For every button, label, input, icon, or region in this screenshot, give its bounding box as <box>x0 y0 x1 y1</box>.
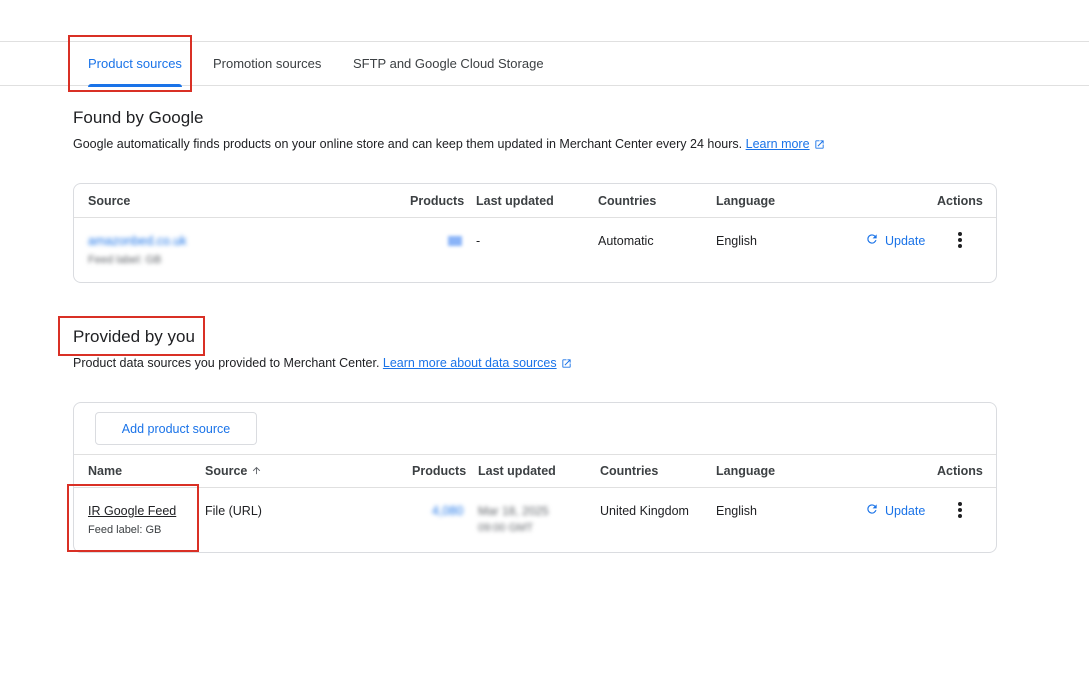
column-header-products: Products <box>410 194 465 208</box>
column-header-countries: Countries <box>598 194 657 208</box>
language-value: English <box>716 234 757 248</box>
provided-by-you-title: Provided by you <box>73 327 195 346</box>
provided-by-you-description-text: Product data sources you provided to Mer… <box>73 356 380 370</box>
update-label: Update <box>885 503 926 518</box>
provided-by-you-description: Product data sources you provided to Mer… <box>73 356 572 372</box>
last-updated-time: 09:00 GMT <box>478 522 534 534</box>
last-updated-date: Mar 18, 2025 <box>478 504 549 518</box>
found-by-google-description-text: Google automatically finds products on y… <box>73 137 743 151</box>
feed-name-link[interactable]: IR Google Feed <box>88 504 176 518</box>
column-header-language: Language <box>716 464 776 478</box>
countries-value: Automatic <box>598 234 654 248</box>
found-by-google-description: Google automatically finds products on y… <box>73 137 825 153</box>
add-product-source-button[interactable]: Add product source <box>95 412 257 445</box>
products-count-redacted <box>448 236 462 246</box>
update-button[interactable]: Update <box>865 502 925 519</box>
column-header-source[interactable]: Source <box>205 464 262 479</box>
merchant-center-data-sources-page: Product sources Promotion sources SFTP a… <box>0 0 1089 690</box>
source-value: File (URL) <box>205 504 262 518</box>
header-divider <box>74 487 996 488</box>
tab-promotion-sources[interactable]: Promotion sources <box>213 42 321 86</box>
feed-label: Feed label: GB <box>88 254 162 266</box>
update-button[interactable]: Update <box>865 232 925 249</box>
column-header-source: Source <box>88 194 131 208</box>
refresh-icon <box>865 502 879 519</box>
arrow-upward-icon <box>251 465 262 479</box>
refresh-icon <box>865 232 879 249</box>
update-label: Update <box>885 233 926 248</box>
more-vert-icon[interactable] <box>952 500 968 520</box>
language-value: English <box>716 504 757 518</box>
header-divider <box>74 217 996 218</box>
tab-sftp-cloud-storage[interactable]: SFTP and Google Cloud Storage <box>353 42 544 86</box>
open-in-new-icon <box>814 139 825 153</box>
column-header-language: Language <box>716 194 776 208</box>
found-by-google-table: Source Products Last updated Countries L… <box>73 183 997 283</box>
column-header-name: Name <box>88 464 123 478</box>
tabs-bar: Product sources Promotion sources SFTP a… <box>0 41 1089 87</box>
tab-product-sources[interactable]: Product sources <box>88 42 182 87</box>
column-header-last-updated: Last updated <box>476 194 554 208</box>
column-header-source-label: Source <box>205 464 248 478</box>
source-domain-link[interactable]: amazonbed.co.uk <box>88 234 187 248</box>
column-header-actions: Actions <box>937 194 983 208</box>
feed-label: Feed label: GB <box>88 524 162 536</box>
column-header-products: Products <box>412 464 467 478</box>
found-by-google-title: Found by Google <box>73 108 204 127</box>
column-header-countries: Countries <box>600 464 659 478</box>
column-header-last-updated: Last updated <box>478 464 556 478</box>
last-updated-value: - <box>476 234 481 248</box>
toolbar-divider <box>74 454 996 455</box>
column-header-actions: Actions <box>937 464 983 478</box>
products-count[interactable]: 4,080 <box>432 504 463 518</box>
open-in-new-icon <box>561 358 572 372</box>
provided-by-you-table: Add product source Name Source Products … <box>73 402 997 553</box>
learn-more-data-sources-link[interactable]: Learn more about data sources <box>383 356 557 370</box>
learn-more-link[interactable]: Learn more <box>746 137 810 151</box>
more-vert-icon[interactable] <box>952 230 968 250</box>
countries-value: United Kingdom <box>600 504 689 518</box>
